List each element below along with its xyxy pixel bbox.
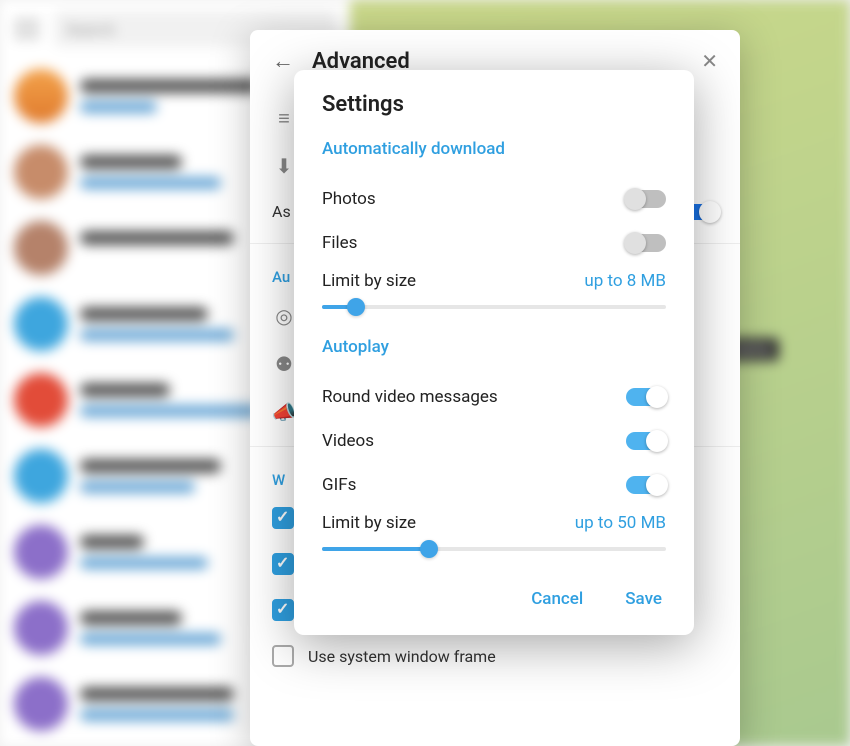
check-1[interactable] <box>272 507 294 529</box>
gifs-label: GIFs <box>322 475 356 495</box>
videos-toggle[interactable] <box>626 432 666 450</box>
auto-download-header: Automatically download <box>322 139 666 159</box>
files-toggle[interactable] <box>626 234 666 252</box>
gifs-toggle[interactable] <box>626 476 666 494</box>
check-2[interactable] <box>272 553 294 575</box>
database-icon: ≡ <box>272 106 296 130</box>
download-limit-row: Limit by size up to 8 MB <box>322 265 666 327</box>
menu-icon[interactable] <box>14 20 40 38</box>
download-limit-slider[interactable] <box>322 305 666 309</box>
save-button[interactable]: Save <box>621 583 666 615</box>
check-3[interactable] <box>272 599 294 621</box>
files-row: Files <box>322 221 666 265</box>
round-video-toggle[interactable] <box>626 388 666 406</box>
round-video-row: Round video messages <box>322 375 666 419</box>
close-icon[interactable]: ✕ <box>701 49 718 73</box>
autoplay-limit-label: Limit by size <box>322 513 416 533</box>
photos-toggle[interactable] <box>626 190 666 208</box>
download-icon: ⬇ <box>272 154 296 178</box>
download-limit-value: up to 8 MB <box>584 271 666 291</box>
ask-label: As <box>272 202 291 221</box>
group-icon: ⚉ <box>272 352 296 376</box>
back-icon[interactable]: ← <box>272 48 294 74</box>
autoplay-limit-row: Limit by size up to 50 MB <box>322 507 666 569</box>
autoplay-limit-slider[interactable] <box>322 547 666 551</box>
system-frame-label: Use system window frame <box>308 647 496 666</box>
videos-label: Videos <box>322 431 374 451</box>
videos-row: Videos <box>322 419 666 463</box>
megaphone-icon: 📣 <box>272 400 296 424</box>
round-video-label: Round video messages <box>322 387 498 407</box>
globe-icon: ◎ <box>272 304 296 328</box>
download-limit-label: Limit by size <box>322 271 416 291</box>
photos-label: Photos <box>322 189 376 209</box>
gifs-row: GIFs <box>322 463 666 507</box>
autoplay-header: Autoplay <box>322 337 666 357</box>
autoplay-limit-value: up to 50 MB <box>575 513 666 533</box>
settings-title: Settings <box>322 92 666 117</box>
cancel-button[interactable]: Cancel <box>527 583 587 615</box>
check-system-frame[interactable] <box>272 645 294 667</box>
files-label: Files <box>322 233 357 253</box>
settings-dialog: Settings Automatically download Photos F… <box>294 70 694 635</box>
photos-row: Photos <box>322 177 666 221</box>
